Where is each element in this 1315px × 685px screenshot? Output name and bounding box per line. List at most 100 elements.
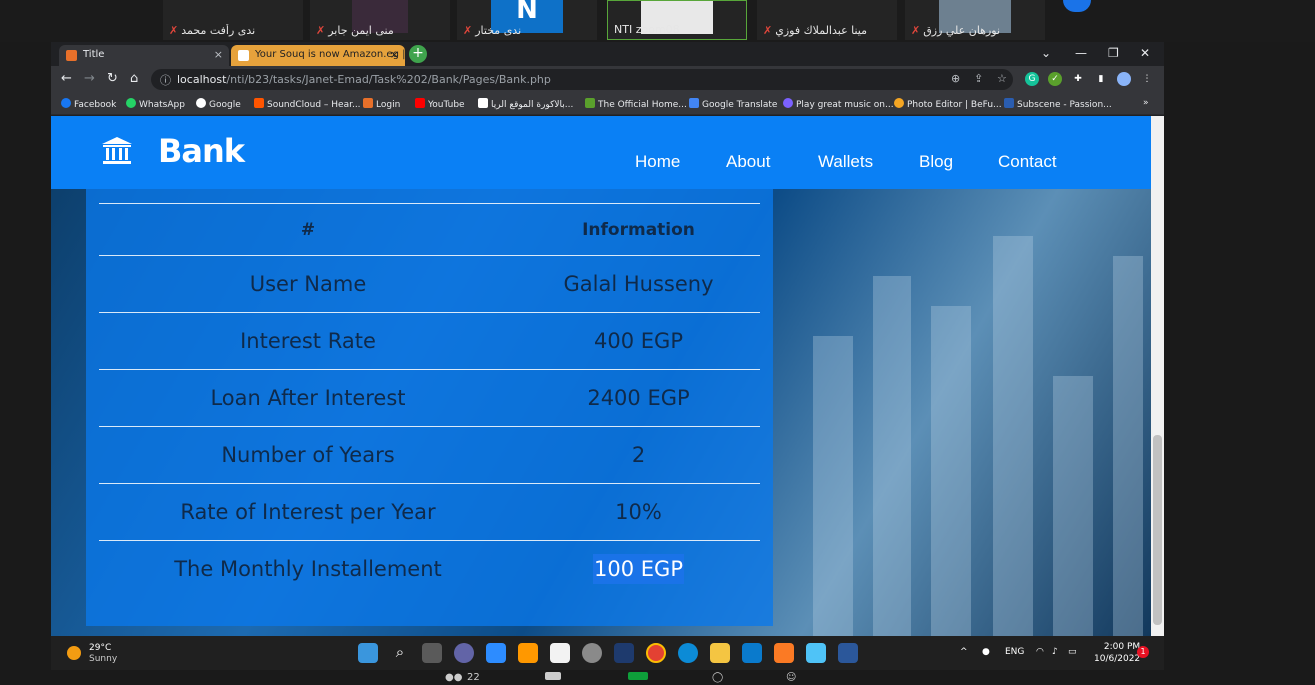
new-tab-button[interactable]: + — [409, 45, 427, 63]
wifi-icon[interactable]: ◠ — [1036, 647, 1044, 657]
close-window-icon[interactable]: ✕ — [1140, 46, 1150, 60]
participant-tile[interactable]: ✗ ندى رأفت محمد — [163, 0, 303, 40]
bookmark-subscene[interactable]: Subscene - Passion... — [1004, 98, 1112, 110]
bookmark-youtube[interactable]: YouTube — [415, 98, 465, 110]
file-explorer-icon[interactable] — [710, 643, 730, 663]
tab-amazon[interactable]: Your Souq is now Amazon.eg | V × — [231, 45, 405, 66]
table-row: Number of Years 2 — [99, 426, 760, 484]
column-header-information: Information — [517, 203, 760, 256]
page-scrollbar[interactable] — [1151, 116, 1164, 636]
row-label: Rate of Interest per Year — [99, 483, 517, 541]
zoom-app-icon[interactable] — [486, 643, 506, 663]
extension-icon[interactable]: ✓ — [1048, 72, 1062, 86]
tab-close-icon[interactable]: × — [390, 48, 399, 61]
row-label: The Monthly Installement — [99, 540, 517, 598]
table-row: Loan After Interest 2400 EGP — [99, 369, 760, 427]
bank-icon[interactable] — [101, 135, 133, 167]
muted-mic-icon: ✗ — [316, 24, 326, 37]
url-host: localhost — [177, 73, 227, 86]
minimize-icon[interactable]: — — [1075, 46, 1087, 60]
scrollbar-thumb[interactable] — [1153, 435, 1162, 625]
tab-label: Title — [83, 49, 105, 60]
bookmark-label: YouTube — [428, 100, 465, 110]
site-brand[interactable]: Bank — [158, 132, 245, 170]
forward-arrow-icon[interactable]: → — [84, 71, 95, 86]
extensions-puzzle-icon[interactable]: ✚ — [1071, 72, 1085, 86]
word-icon[interactable] — [838, 643, 858, 663]
task-view-icon[interactable] — [422, 643, 442, 663]
tab-title[interactable]: Title × — [59, 45, 229, 66]
bookmark-filgoal[interactable]: بالاكورة الموقع الريا... — [478, 98, 573, 110]
bookmark-login[interactable]: Login — [363, 98, 400, 110]
bookmark-google-translate[interactable]: Google Translate — [689, 98, 777, 110]
notification-badge[interactable]: 1 — [1137, 646, 1149, 658]
more-bookmarks-button[interactable]: » — [1143, 98, 1149, 108]
bookmark-google[interactable]: Google — [196, 98, 241, 110]
language-indicator[interactable]: ENG — [1005, 647, 1024, 657]
participant-tile-active[interactable]: NTI zoom08 — [607, 0, 747, 40]
row-label: User Name — [99, 255, 517, 313]
site-info-icon[interactable]: ⓘ — [160, 72, 171, 88]
share-screen-icon[interactable] — [628, 672, 648, 680]
menu-kebab-icon[interactable]: ⋮ — [1140, 72, 1154, 86]
battery-icon[interactable]: ▭ — [1068, 647, 1077, 657]
microphone-icon[interactable]: ● — [982, 647, 990, 657]
grammarly-extension-icon[interactable]: G — [1025, 72, 1039, 86]
participants-icon[interactable]: ●● — [445, 672, 462, 683]
side-panel-icon[interactable]: ▮ — [1094, 72, 1108, 86]
restore-icon[interactable]: ❐ — [1108, 46, 1119, 60]
share-icon[interactable]: ⇪ — [974, 72, 983, 85]
tab-search-icon[interactable]: ⌄ — [1041, 46, 1051, 60]
participant-tile[interactable]: ✗ نورهان علي رزق — [905, 0, 1045, 40]
facebook-icon — [61, 98, 71, 108]
participant-tile[interactable]: ✗ منى ايمن جابر — [310, 0, 450, 40]
vscode-icon[interactable] — [742, 643, 762, 663]
home-icon[interactable]: ⌂ — [130, 71, 138, 86]
tray-overflow-icon[interactable]: ^ — [960, 647, 968, 657]
search-icon[interactable]: ⌕ — [390, 643, 410, 663]
nav-blog-link[interactable]: Blog — [919, 152, 953, 172]
start-icon[interactable] — [358, 643, 378, 663]
row-value: 2400 EGP — [517, 369, 760, 427]
chrome-icon[interactable] — [646, 643, 666, 663]
zoom-icon[interactable]: ⊕ — [951, 72, 960, 85]
bookmark-play-music[interactable]: Play great music on... — [783, 98, 894, 110]
row-value-cell: 100 EGP — [517, 540, 760, 598]
reactions-icon[interactable]: ☺ — [786, 672, 796, 683]
bookmark-official-home[interactable]: The Official Home... — [585, 98, 687, 110]
chat-icon[interactable] — [454, 643, 474, 663]
nav-contact-link[interactable]: Contact — [998, 152, 1057, 172]
bookmark-star-icon[interactable]: ☆ — [997, 72, 1007, 85]
bookmark-whatsapp[interactable]: WhatsApp — [126, 98, 185, 110]
browser-window: Title × Your Souq is now Amazon.eg | V ×… — [51, 42, 1164, 636]
settings-gear-icon[interactable] — [582, 643, 602, 663]
bookmark-soundcloud[interactable]: SoundCloud – Hear... — [254, 98, 361, 110]
participant-tile[interactable]: ✗ مينا عبدالملاك فوزي — [757, 0, 897, 40]
nav-home-link[interactable]: Home — [635, 152, 680, 172]
volume-icon[interactable]: ♪ — [1052, 647, 1058, 657]
url-text[interactable]: localhost/nti/b23/tasks/Janet-Emad/Task%… — [177, 73, 551, 86]
bookmark-photo-editor[interactable]: Photo Editor | BeFu... — [894, 98, 1002, 110]
back-arrow-icon[interactable]: ← — [61, 71, 72, 86]
profile-avatar-icon[interactable] — [1117, 72, 1131, 86]
nav-wallets-link[interactable]: Wallets — [818, 152, 873, 172]
notepad-icon[interactable] — [806, 643, 826, 663]
record-icon[interactable]: ◯ — [712, 672, 723, 683]
zoom-next-page-icon[interactable] — [1063, 0, 1091, 12]
row-value-selected[interactable]: 100 EGP — [593, 554, 684, 585]
edge-icon[interactable] — [678, 643, 698, 663]
system-clock[interactable]: 2:00 PM 10/6/2022 — [1094, 641, 1140, 665]
powershell-icon[interactable] — [614, 643, 634, 663]
nav-about-link[interactable]: About — [726, 152, 770, 172]
muted-mic-icon: ✗ — [463, 24, 473, 37]
chat-icon[interactable] — [545, 672, 561, 680]
sublime-icon[interactable] — [518, 643, 538, 663]
address-bar[interactable]: ⓘ localhost/nti/b23/tasks/Janet-Emad/Tas… — [151, 69, 1013, 90]
bookmark-facebook[interactable]: Facebook — [61, 98, 116, 110]
tab-close-icon[interactable]: × — [214, 48, 223, 61]
reload-icon[interactable]: ↻ — [107, 71, 118, 86]
store-icon[interactable] — [550, 643, 570, 663]
participant-tile[interactable]: N ✗ ندى مختار — [457, 0, 597, 40]
xampp-icon[interactable] — [774, 643, 794, 663]
participant-name: ندى مختار — [475, 24, 522, 37]
